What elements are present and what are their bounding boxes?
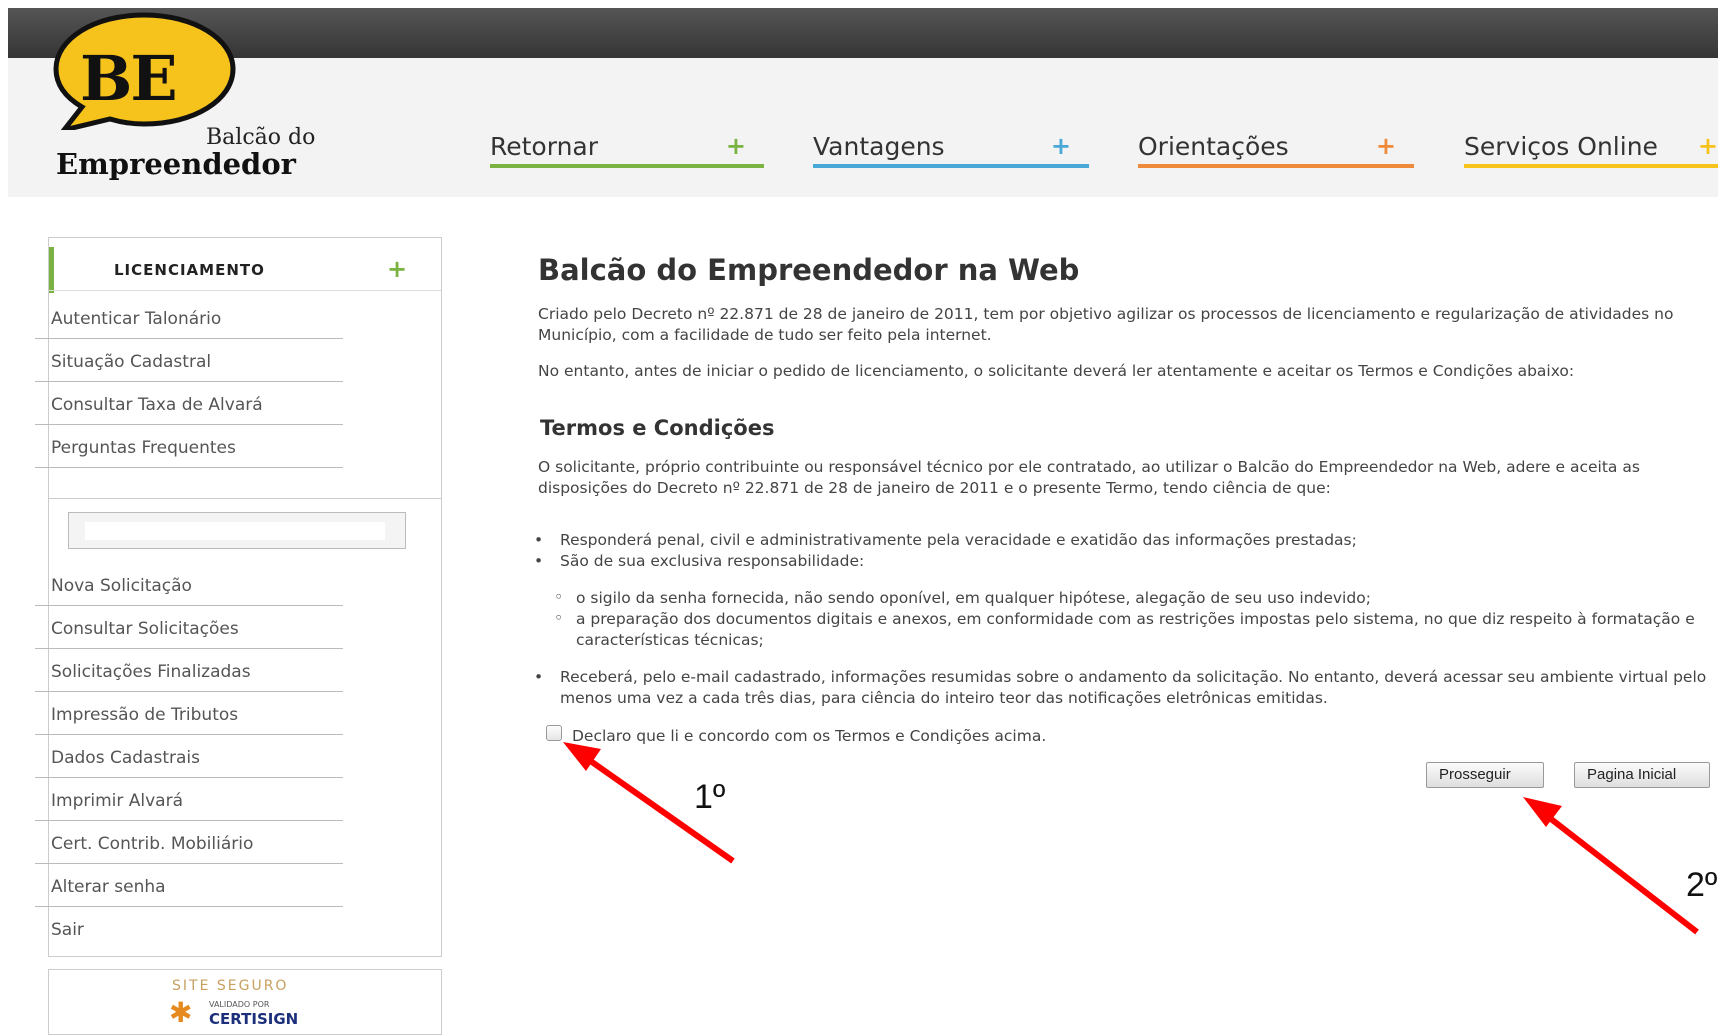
sidebar-section-title: LICENCIAMENTO [114, 261, 265, 279]
nav-label: Vantagens [813, 131, 945, 161]
bullet-text: Receberá, pelo e-mail cadastrado, inform… [560, 668, 1707, 707]
nav-label: Serviços Online [1464, 131, 1658, 161]
bullet-text: Responderá penal, civil e administrativa… [560, 531, 1357, 549]
bullet-text: o sigilo da senha fornecida, não sendo o… [576, 589, 1371, 607]
terms-heading: Termos e Condições [540, 416, 775, 440]
step2-label: 2º [1686, 866, 1718, 904]
bullet-text: São de sua exclusiva responsabilidade: [560, 552, 865, 570]
sidebar-item-consultar-solicitacoes[interactable]: Consultar Solicitações [35, 606, 343, 649]
sidebar-item-sair[interactable]: Sair [35, 907, 343, 950]
plus-icon: + [1050, 132, 1071, 160]
logo-mark: BE [80, 42, 178, 115]
plus-icon[interactable]: + [387, 255, 407, 283]
sidebar-item-impressao-tributos[interactable]: Impressão de Tributos [35, 692, 343, 735]
bullet-icon: • [534, 668, 544, 686]
nav-label: Orientações [1138, 131, 1289, 161]
seal-title: SITE SEGURO [172, 978, 289, 994]
seal-brand: CERTISIGN [209, 1010, 299, 1028]
circle-bullet-icon: ◦ [554, 588, 564, 606]
bullet-icon: • [534, 531, 544, 549]
sidebar-list-general: Autenticar Talonário Situação Cadastral … [35, 296, 343, 468]
sidebar-item-alterar-senha[interactable]: Alterar senha [35, 864, 343, 907]
nav-orientacoes[interactable]: Orientações + [1138, 128, 1414, 168]
agree-terms-checkbox[interactable] [546, 725, 562, 741]
sidebar-section-header[interactable]: LICENCIAMENTO + [49, 247, 441, 293]
divider [49, 290, 441, 291]
sidebar-item-consultar-taxa[interactable]: Consultar Taxa de Alvará [35, 382, 343, 425]
bullet-text: a preparação dos documentos digitais e a… [576, 610, 1695, 649]
terms-paragraph: O solicitante, próprio contribuinte ou r… [538, 458, 1640, 497]
sidebar-item-nova-solicitacao[interactable]: Nova Solicitação [35, 563, 343, 606]
intro-paragraph: Criado pelo Decreto nº 22.871 de 28 de j… [538, 305, 1674, 344]
sidebar-item-dados-cadastrais[interactable]: Dados Cadastrais [35, 735, 343, 778]
sidebar-item-cert-contrib[interactable]: Cert. Contrib. Mobiliário [35, 821, 343, 864]
sidebar-item-situacao-cadastral[interactable]: Situação Cadastral [35, 339, 343, 382]
prosseguir-button[interactable]: Prosseguir [1426, 762, 1544, 788]
sidebar-item-perguntas-frequentes[interactable]: Perguntas Frequentes [35, 425, 343, 468]
circle-bullet-icon: ◦ [554, 609, 564, 627]
instruction-paragraph: No entanto, antes de iniciar o pedido de… [538, 362, 1575, 380]
user-info-box [68, 512, 406, 549]
pagina-inicial-button[interactable]: Pagina Inicial [1574, 762, 1710, 788]
plus-icon: + [1697, 132, 1718, 160]
user-info-field [85, 522, 385, 540]
bullet-icon: • [534, 552, 544, 570]
step1-label: 1º [694, 778, 726, 816]
nav-servicos-online[interactable]: Serviços Online + [1464, 128, 1718, 168]
logo-line2: Empreendedor [56, 147, 296, 181]
nav-label: Retornar [490, 131, 599, 161]
plus-icon: + [725, 132, 746, 160]
site-logo[interactable]: BE Balcão do Empreendedor [52, 12, 372, 182]
sidebar-list-user: Nova Solicitação Consultar Solicitações … [35, 563, 343, 950]
nav-retornar[interactable]: Retornar + [490, 128, 764, 168]
page-title: Balcão do Empreendedor na Web [538, 253, 1080, 287]
arrow-step2-icon [1523, 797, 1699, 935]
sidebar-item-autenticar-talonario[interactable]: Autenticar Talonário [35, 296, 343, 339]
plus-icon: + [1375, 132, 1396, 160]
agree-terms-label[interactable]: Declaro que li e concordo com os Termos … [572, 727, 1046, 745]
nav-vantagens[interactable]: Vantagens + [813, 128, 1089, 168]
seal-subtitle: VALIDADO POR [209, 1000, 270, 1009]
sidebar-item-imprimir-alvara[interactable]: Imprimir Alvará [35, 778, 343, 821]
sidebar-item-solicitacoes-finalizadas[interactable]: Solicitações Finalizadas [35, 649, 343, 692]
security-seal[interactable]: SITE SEGURO ✱ VALIDADO POR CERTISIGN [48, 969, 442, 1035]
certisign-star-icon: ✱ [169, 996, 193, 1029]
